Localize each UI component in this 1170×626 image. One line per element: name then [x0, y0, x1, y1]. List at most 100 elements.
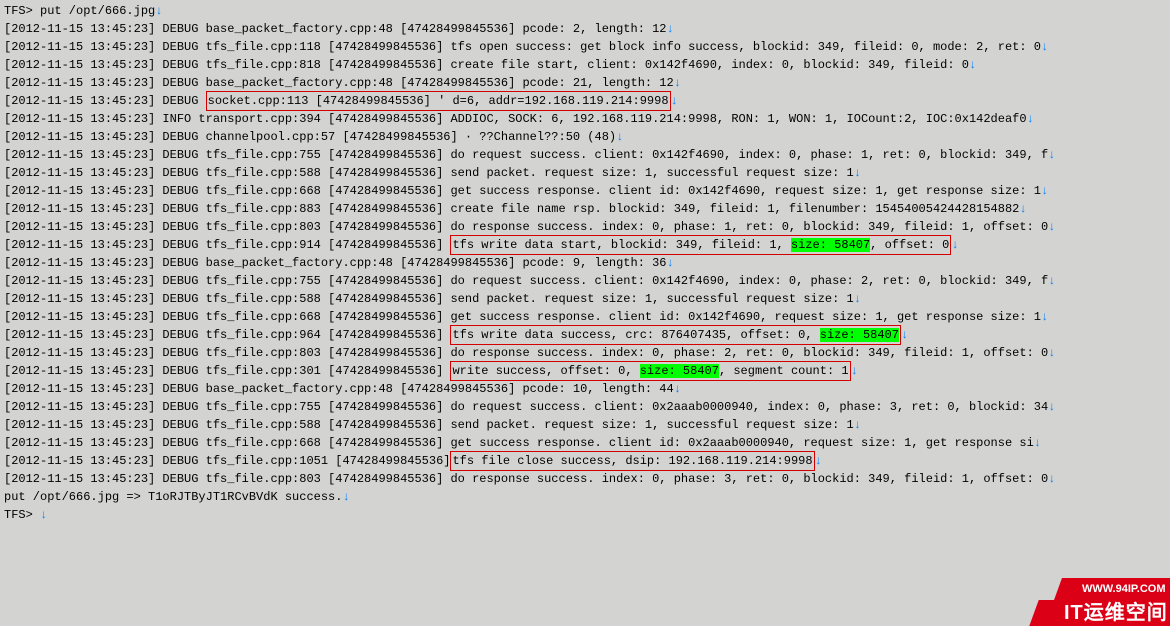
newline-marker: ↓: [1048, 400, 1055, 414]
highlight-box: tfs file close success, dsip: 192.168.11…: [450, 451, 814, 471]
log-text: [2012-11-15 13:45:23] DEBUG tfs_file.cpp…: [4, 58, 969, 72]
log-text: [2012-11-15 13:45:23] DEBUG tfs_file.cpp…: [4, 292, 854, 306]
log-line: [2012-11-15 13:45:23] DEBUG tfs_file.cpp…: [4, 452, 1166, 470]
highlight-box: socket.cpp:113 [47428499845536] ' d=6, a…: [206, 91, 671, 111]
log-line: [2012-11-15 13:45:23] DEBUG tfs_file.cpp…: [4, 434, 1166, 452]
log-text: [2012-11-15 13:45:23] DEBUG tfs_file.cpp…: [4, 184, 1041, 198]
log-line: [2012-11-15 13:45:23] DEBUG tfs_file.cpp…: [4, 218, 1166, 236]
log-text: [2012-11-15 13:45:23] DEBUG base_packet_…: [4, 256, 667, 270]
newline-marker: ↓: [342, 490, 349, 504]
terminal-output[interactable]: TFS> put /opt/666.jpg↓ [2012-11-15 13:45…: [0, 0, 1170, 526]
log-text: [2012-11-15 13:45:23] DEBUG tfs_file.cpp…: [4, 166, 854, 180]
log-text: [2012-11-15 13:45:23] INFO transport.cpp…: [4, 112, 1027, 126]
log-text: [2012-11-15 13:45:23] DEBUG tfs_file.cpp…: [4, 328, 450, 342]
box-text: , offset: 0: [870, 238, 949, 252]
newline-marker: ↓: [1048, 148, 1055, 162]
box-text: tfs write data success, crc: 876407435, …: [452, 328, 819, 342]
log-line: [2012-11-15 13:45:23] DEBUG tfs_file.cpp…: [4, 272, 1166, 290]
log-line: [2012-11-15 13:45:23] DEBUG tfs_file.cpp…: [4, 146, 1166, 164]
log-line: [2012-11-15 13:45:23] DEBUG channelpool.…: [4, 128, 1166, 146]
result-text: put /opt/666.jpg => T1oRJTByJT1RCvBVdK s…: [4, 490, 342, 504]
newline-marker: ↓: [951, 238, 958, 252]
log-line: [2012-11-15 13:45:23] DEBUG tfs_file.cpp…: [4, 290, 1166, 308]
prompt-text: TFS> put /opt/666.jpg: [4, 4, 155, 18]
log-text: [2012-11-15 13:45:23] DEBUG tfs_file.cpp…: [4, 472, 1048, 486]
prompt-line[interactable]: TFS> ↓: [4, 506, 1166, 524]
newline-marker: ↓: [854, 292, 861, 306]
watermark: WWW.94IP.COM IT运维空间: [1024, 578, 1170, 626]
newline-marker: ↓: [155, 4, 162, 18]
newline-marker: ↓: [667, 22, 674, 36]
log-line: [2012-11-15 13:45:23] DEBUG tfs_file.cpp…: [4, 398, 1166, 416]
log-text: [2012-11-15 13:45:23] DEBUG tfs_file.cpp…: [4, 418, 854, 432]
newline-marker: ↓: [1048, 274, 1055, 288]
highlight-box: tfs write data start, blockid: 349, file…: [450, 235, 951, 255]
log-line: [2012-11-15 13:45:23] DEBUG base_packet_…: [4, 20, 1166, 38]
log-line: [2012-11-15 13:45:23] DEBUG base_packet_…: [4, 74, 1166, 92]
log-text: [2012-11-15 13:45:23] DEBUG tfs_file.cpp…: [4, 40, 1041, 54]
newline-marker: ↓: [616, 130, 623, 144]
log-text: [2012-11-15 13:45:23] DEBUG tfs_file.cpp…: [4, 220, 1048, 234]
log-line: [2012-11-15 13:45:23] DEBUG tfs_file.cpp…: [4, 38, 1166, 56]
newline-marker: ↓: [667, 256, 674, 270]
watermark-brand: IT运维空间: [1029, 600, 1170, 626]
log-line: [2012-11-15 13:45:23] DEBUG tfs_file.cpp…: [4, 236, 1166, 254]
newline-marker: ↓: [1019, 202, 1026, 216]
log-line: [2012-11-15 13:45:23] DEBUG tfs_file.cpp…: [4, 56, 1166, 74]
log-text: [2012-11-15 13:45:23] DEBUG base_packet_…: [4, 22, 667, 36]
newline-marker: ↓: [1027, 112, 1034, 126]
log-line: [2012-11-15 13:45:23] DEBUG tfs_file.cpp…: [4, 326, 1166, 344]
log-text: [2012-11-15 13:45:23] DEBUG tfs_file.cpp…: [4, 148, 1048, 162]
newline-marker: ↓: [1048, 346, 1055, 360]
box-text: tfs write data start, blockid: 349, file…: [452, 238, 790, 252]
newline-marker: ↓: [854, 166, 861, 180]
log-line: [2012-11-15 13:45:23] DEBUG tfs_file.cpp…: [4, 308, 1166, 326]
newline-marker: ↓: [969, 58, 976, 72]
log-line: [2012-11-15 13:45:23] DEBUG tfs_file.cpp…: [4, 200, 1166, 218]
newline-marker: ↓: [1048, 472, 1055, 486]
log-text: [2012-11-15 13:45:23] DEBUG tfs_file.cpp…: [4, 238, 450, 252]
newline-marker: ↓: [815, 454, 822, 468]
newline-marker: ↓: [1041, 184, 1048, 198]
newline-marker: ↓: [854, 418, 861, 432]
log-text: [2012-11-15 13:45:23] DEBUG tfs_file.cpp…: [4, 310, 1041, 324]
highlighted-value: size: 58407: [820, 328, 899, 342]
log-line: [2012-11-15 13:45:23] DEBUG tfs_file.cpp…: [4, 362, 1166, 380]
log-text: [2012-11-15 13:45:23] DEBUG channelpool.…: [4, 130, 616, 144]
log-text: [2012-11-15 13:45:23] DEBUG tfs_file.cpp…: [4, 202, 1019, 216]
log-text: [2012-11-15 13:45:23] DEBUG: [4, 94, 206, 108]
log-line: [2012-11-15 13:45:23] DEBUG tfs_file.cpp…: [4, 182, 1166, 200]
log-text: [2012-11-15 13:45:23] DEBUG base_packet_…: [4, 382, 674, 396]
watermark-url: WWW.94IP.COM: [1054, 578, 1170, 600]
newline-marker: ↓: [851, 364, 858, 378]
log-text: [2012-11-15 13:45:23] DEBUG tfs_file.cpp…: [4, 274, 1048, 288]
newline-marker: ↓: [1041, 310, 1048, 324]
log-text: [2012-11-15 13:45:23] DEBUG tfs_file.cpp…: [4, 436, 1034, 450]
newline-marker: ↓: [1034, 436, 1041, 450]
box-text: socket.cpp:113 [47428499845536] ' d=6, a…: [208, 94, 669, 108]
box-text: write success, offset: 0,: [452, 364, 639, 378]
newline-marker: ↓: [1048, 220, 1055, 234]
log-line: [2012-11-15 13:45:23] DEBUG base_packet_…: [4, 380, 1166, 398]
highlighted-value: size: 58407: [791, 238, 870, 252]
log-text: [2012-11-15 13:45:23] DEBUG tfs_file.cpp…: [4, 400, 1048, 414]
box-text: tfs file close success, dsip: 192.168.11…: [452, 454, 812, 468]
prompt-text: TFS>: [4, 508, 40, 522]
log-text: [2012-11-15 13:45:23] DEBUG base_packet_…: [4, 76, 674, 90]
log-line: [2012-11-15 13:45:23] DEBUG base_packet_…: [4, 254, 1166, 272]
highlighted-value: size: 58407: [640, 364, 719, 378]
newline-marker: ↓: [671, 94, 678, 108]
log-line: [2012-11-15 13:45:23] DEBUG socket.cpp:1…: [4, 92, 1166, 110]
log-text: [2012-11-15 13:45:23] DEBUG tfs_file.cpp…: [4, 454, 450, 468]
newline-marker: ↓: [674, 382, 681, 396]
log-line: [2012-11-15 13:45:23] DEBUG tfs_file.cpp…: [4, 470, 1166, 488]
command-line: TFS> put /opt/666.jpg↓: [4, 2, 1166, 20]
newline-marker: ↓: [1041, 40, 1048, 54]
log-text: [2012-11-15 13:45:23] DEBUG tfs_file.cpp…: [4, 364, 450, 378]
newline-marker: ↓: [901, 328, 908, 342]
newline-marker: ↓: [674, 76, 681, 90]
log-line: [2012-11-15 13:45:23] DEBUG tfs_file.cpp…: [4, 164, 1166, 182]
newline-marker: ↓: [40, 508, 47, 522]
log-line: [2012-11-15 13:45:23] INFO transport.cpp…: [4, 110, 1166, 128]
highlight-box: tfs write data success, crc: 876407435, …: [450, 325, 900, 345]
